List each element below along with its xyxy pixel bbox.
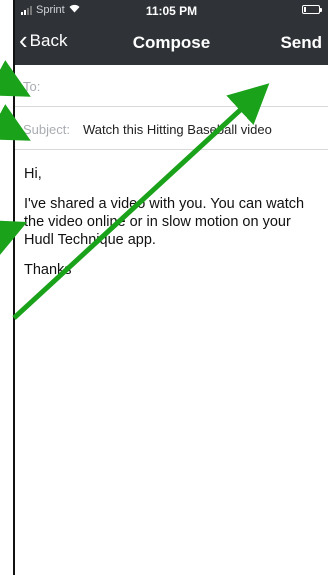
message-body[interactable]: Hi, I've shared a video with you. You ca…: [24, 165, 324, 291]
app-screen: Sprint 11:05 PM ‹ Back Compose Send To: …: [13, 0, 328, 575]
to-field[interactable]: To:: [15, 65, 328, 107]
send-button[interactable]: Send: [280, 33, 322, 53]
subject-label: Subject:: [23, 122, 70, 137]
status-time: 11:05 PM: [145, 4, 198, 18]
message-closing: Thanks: [24, 262, 72, 278]
battery-icon: [302, 5, 322, 14]
navigation-bar: ‹ Back Compose Send: [15, 22, 328, 65]
subject-field[interactable]: Subject: Watch this Hitting Baseball vid…: [15, 108, 328, 150]
message-greeting: Hi,: [24, 166, 42, 182]
subject-input[interactable]: Watch this Hitting Baseball video: [83, 122, 272, 137]
status-bar: Sprint 11:05 PM: [15, 0, 328, 22]
message-paragraph: I've shared a video with you. You can wa…: [24, 196, 305, 248]
to-label: To:: [23, 79, 41, 94]
